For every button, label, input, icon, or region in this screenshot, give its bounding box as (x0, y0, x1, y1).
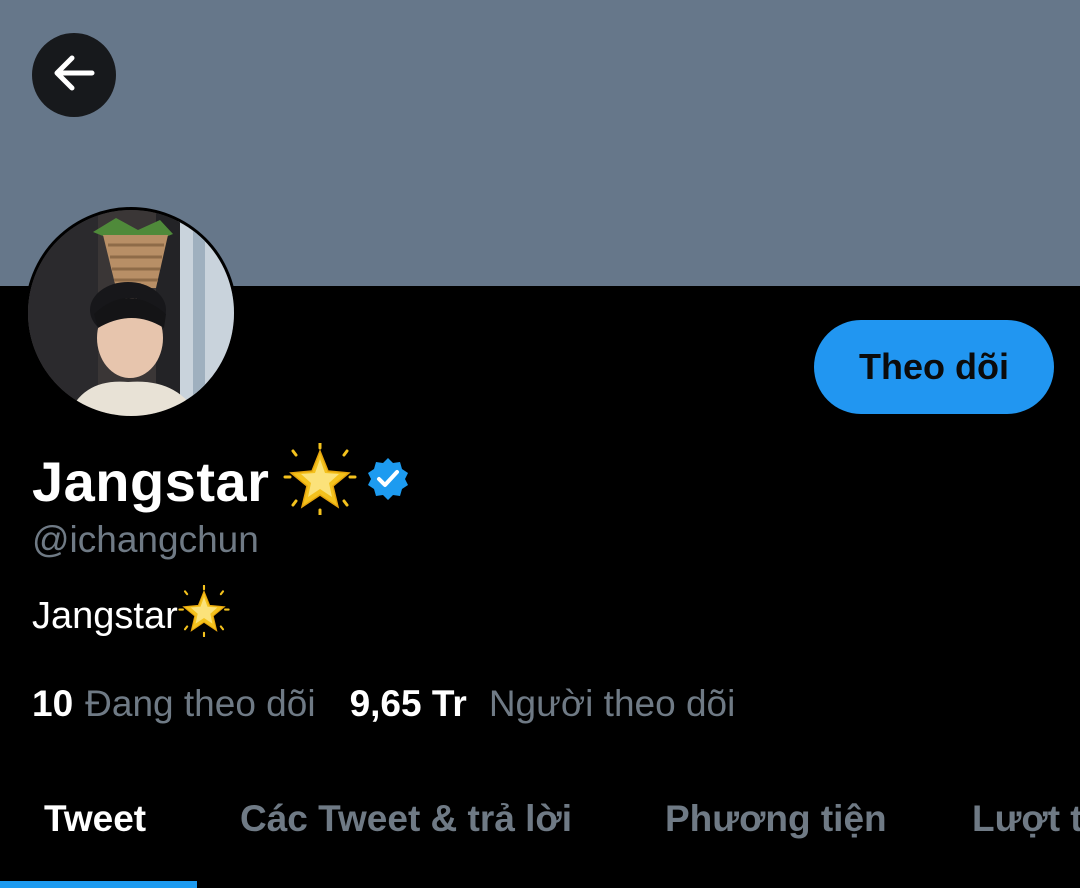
following-link[interactable]: 10 Đang theo dõi (32, 683, 316, 725)
tab-tweets[interactable]: Tweet (44, 798, 146, 840)
verified-badge-icon (365, 456, 411, 507)
profile-tabs: Tweet Các Tweet & trả lời Phương tiện Lư… (0, 770, 1080, 888)
tab-media[interactable]: Phương tiện (665, 798, 887, 840)
profile-bio: Jangstar (32, 584, 230, 647)
profile-stats: 10 Đang theo dõi 9,65 Tr Người theo dõi (32, 683, 735, 725)
followers-count: 9,65 Tr (349, 683, 467, 724)
followers-label: Người theo dõi (488, 683, 736, 724)
avatar[interactable] (25, 207, 237, 419)
bio-text: Jangstar (32, 594, 178, 637)
back-button[interactable] (32, 33, 116, 117)
profile-page: Theo dõi Jangstar @ichangchun Jangstar 1… (0, 0, 1080, 888)
arrow-left-icon (52, 53, 96, 98)
following-label: Đang theo dõi (85, 683, 316, 724)
tab-likes[interactable]: Lượt thích (972, 798, 1080, 840)
username-handle: @ichangchun (32, 519, 259, 560)
tab-tweets-replies[interactable]: Các Tweet & trả lời (240, 798, 572, 840)
display-name: Jangstar (32, 449, 270, 513)
display-name-row: Jangstar (32, 441, 411, 520)
followers-link[interactable]: 9,65 Tr Người theo dõi (350, 683, 736, 725)
active-tab-indicator (0, 881, 197, 888)
star-sparkle-icon (283, 441, 357, 520)
star-sparkle-icon (178, 584, 230, 647)
following-count: 10 (32, 683, 74, 724)
follow-button[interactable]: Theo dõi (814, 320, 1054, 414)
